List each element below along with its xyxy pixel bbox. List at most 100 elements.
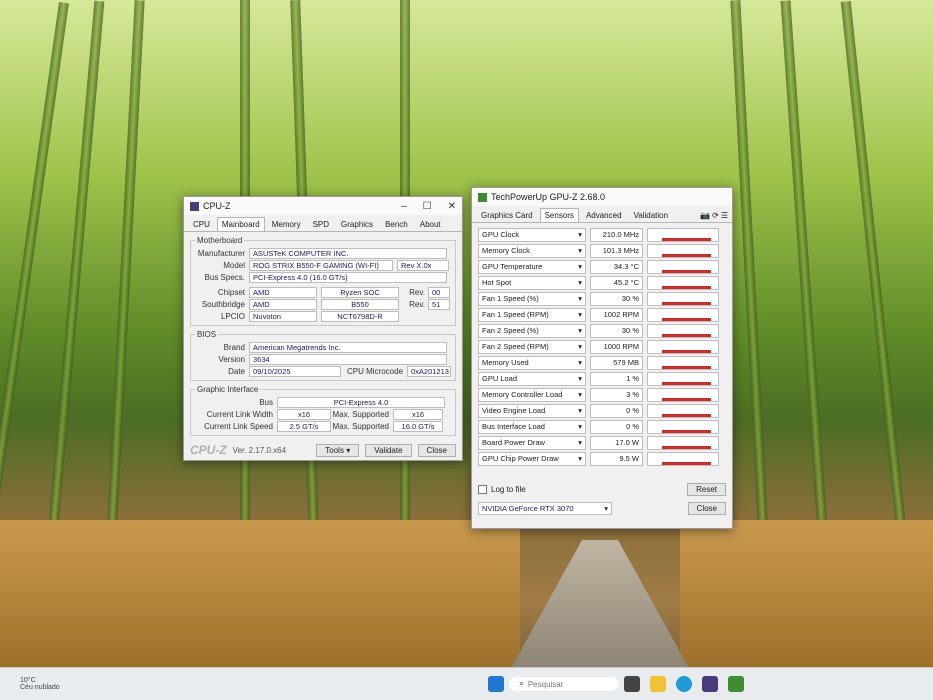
reset-button[interactable]: Reset: [687, 483, 726, 496]
motherboard-legend: Motherboard: [197, 236, 243, 245]
sensor-graph: [647, 308, 719, 322]
sensor-name-select[interactable]: Board Power Draw ▾: [478, 436, 586, 450]
tab-validation[interactable]: Validation: [629, 208, 674, 222]
tab-advanced[interactable]: Advanced: [581, 208, 627, 222]
sensor-name: Fan 1 Speed (RPM): [482, 310, 549, 319]
cpuz-close-button[interactable]: Close: [417, 443, 456, 457]
sensor-row: GPU Temperature ▾ 34.3 °C: [478, 260, 726, 274]
tab-spd[interactable]: SPD: [308, 217, 334, 231]
tab-about[interactable]: About: [415, 217, 446, 231]
sensor-graph: [647, 276, 719, 290]
gi-link-speed-label: Current Link Speed: [204, 422, 273, 431]
sensor-row: Fan 2 Speed (RPM) ▾ 1000 RPM: [478, 340, 726, 354]
sensor-graph-line: [662, 382, 711, 385]
sensor-name: Fan 1 Speed (%): [482, 294, 539, 303]
sensor-row: Memory Clock ▾ 101.3 MHz: [478, 244, 726, 258]
graphic-interface-legend: Graphic Interface: [197, 385, 259, 394]
sensor-name-select[interactable]: Memory Clock ▾: [478, 244, 586, 258]
sensor-name-select[interactable]: Fan 2 Speed (RPM) ▾: [478, 340, 586, 354]
sensor-name-select[interactable]: Fan 2 Speed (%) ▾: [478, 324, 586, 338]
refresh-icon[interactable]: ⟳: [712, 211, 719, 220]
sensor-name-select[interactable]: Fan 1 Speed (%) ▾: [478, 292, 586, 306]
tab-bench[interactable]: Bench: [380, 217, 413, 231]
southbridge-rev-label: Rev.: [409, 300, 425, 309]
sensor-graph-line: [662, 414, 711, 417]
tab-cpu[interactable]: CPU: [188, 217, 215, 231]
maximize-icon[interactable]: ☐: [423, 201, 432, 212]
gpuz-title: TechPowerUp GPU-Z 2.68.0: [491, 192, 606, 202]
close-icon[interactable]: ✕: [448, 201, 456, 212]
cpuz-app-icon: [190, 201, 199, 211]
sensor-name-select[interactable]: Bus Interface Load ▾: [478, 420, 586, 434]
tab-graphics-card[interactable]: Graphics Card: [476, 208, 538, 222]
sensor-name: Video Engine Load: [482, 406, 546, 415]
chevron-down-icon: ▾: [578, 326, 582, 335]
lpcio-label: LPCIO: [220, 312, 245, 321]
gi-link-speed-value: 2.5 GT/s: [277, 421, 331, 432]
gpuz-window: TechPowerUp GPU-Z 2.68.0 Graphics Card S…: [471, 187, 733, 529]
taskbar-search[interactable]: ⌕ Pesquisar: [509, 677, 620, 691]
sensor-row: Memory Controller Load ▾ 3 %: [478, 388, 726, 402]
menu-icon[interactable]: ☰: [721, 211, 728, 220]
sensor-name: GPU Temperature: [482, 262, 543, 271]
chevron-down-icon: ▾: [578, 422, 582, 431]
gi-max-speed-label: Max. Supported: [332, 422, 389, 431]
sensor-name-select[interactable]: GPU Chip Power Draw ▾: [478, 452, 586, 466]
sensor-graph-line: [662, 430, 711, 433]
device-select[interactable]: NVIDIA GeForce RTX 3070 ▾: [478, 502, 612, 515]
cpuz-taskbar-icon[interactable]: [702, 676, 719, 692]
sensor-row: Fan 2 Speed (%) ▾ 30 %: [478, 324, 726, 338]
sensor-graph-line: [662, 318, 711, 321]
sensor-graph: [647, 356, 719, 370]
gi-max-width-value: x16: [393, 409, 443, 420]
weather-widget[interactable]: 10°C Céu nublado: [20, 677, 60, 691]
lpcio-name: NCT6798D-R: [321, 311, 399, 322]
minimize-icon[interactable]: –: [401, 201, 407, 212]
gpuz-taskbar-icon[interactable]: [728, 676, 745, 692]
cpuz-window: CPU-Z – ☐ ✕ CPU Mainboard Memory SPD Gra…: [183, 196, 463, 461]
sensor-row: Video Engine Load ▾ 0 %: [478, 404, 726, 418]
tab-sensors[interactable]: Sensors: [539, 208, 579, 222]
sensor-list: GPU Clock ▾ 210.0 MHz Memory Clock ▾ 101.3 MH…: [472, 223, 732, 481]
log-checkbox[interactable]: [478, 485, 487, 494]
sensor-name-select[interactable]: GPU Clock ▾: [478, 228, 586, 242]
sensor-name: Memory Clock: [482, 246, 530, 255]
sensor-value: 34.3 °C: [590, 260, 643, 274]
gpuz-close-button[interactable]: Close: [687, 502, 726, 515]
log-label: Log to file: [491, 485, 526, 494]
edge-browser-icon[interactable]: [676, 676, 693, 692]
sensor-graph: [647, 420, 719, 434]
southbridge-name: B550: [321, 299, 399, 310]
tab-mainboard[interactable]: Mainboard: [216, 217, 265, 231]
gpuz-titlebar[interactable]: TechPowerUp GPU-Z 2.68.0: [472, 188, 732, 206]
sensor-name-select[interactable]: Video Engine Load ▾: [478, 404, 586, 418]
sensor-name-select[interactable]: Memory Used ▾: [478, 356, 586, 370]
sensor-graph-line: [662, 238, 711, 241]
cpuz-titlebar[interactable]: CPU-Z – ☐ ✕: [184, 197, 462, 215]
gi-link-width-value: x16: [277, 409, 331, 420]
sensor-name: Bus Interface Load: [482, 422, 545, 431]
validate-button[interactable]: Validate: [365, 443, 412, 457]
sensor-graph-line: [662, 334, 711, 337]
sensor-name-select[interactable]: Memory Controller Load ▾: [478, 388, 586, 402]
camera-icon[interactable]: 📷: [700, 211, 710, 220]
tab-graphics[interactable]: Graphics: [336, 217, 378, 231]
chevron-down-icon: ▾: [578, 246, 582, 255]
file-explorer-icon[interactable]: [650, 676, 667, 692]
manufacturer-label: Manufacturer: [197, 249, 245, 258]
model-rev-value: Rev X.0x: [397, 260, 449, 271]
motherboard-group: Motherboard Manufacturer ASUSTeK COMPUTE…: [190, 236, 456, 326]
task-view-icon[interactable]: [624, 676, 641, 692]
sensor-name-select[interactable]: GPU Load ▾: [478, 372, 586, 386]
sensor-graph: [647, 388, 719, 402]
sensor-graph: [647, 292, 719, 306]
start-windows-icon[interactable]: [488, 676, 505, 692]
sensor-value: 17.0 W: [590, 436, 643, 450]
sensor-row: Hot Spot ▾ 45.2 °C: [478, 276, 726, 290]
tab-memory[interactable]: Memory: [267, 217, 306, 231]
sensor-name-select[interactable]: GPU Temperature ▾: [478, 260, 586, 274]
gpuz-tabs: Graphics Card Sensors Advanced Validatio…: [472, 206, 732, 223]
tools-button[interactable]: Tools ▾: [316, 443, 360, 457]
sensor-name-select[interactable]: Fan 1 Speed (RPM) ▾: [478, 308, 586, 322]
sensor-name-select[interactable]: Hot Spot ▾: [478, 276, 586, 290]
